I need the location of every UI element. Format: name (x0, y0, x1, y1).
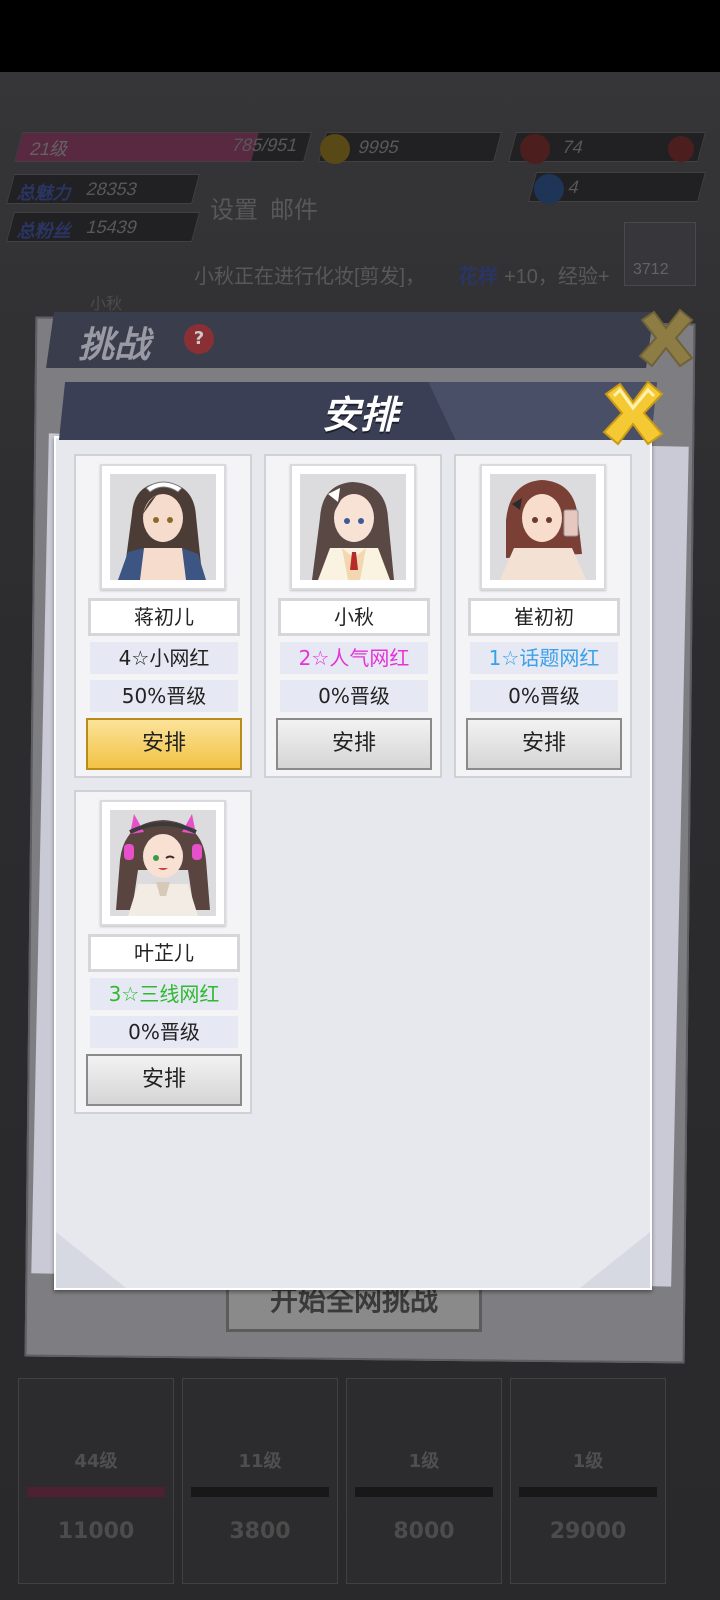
arrange-button[interactable]: 安排 (276, 718, 432, 770)
arrange-button[interactable]: 安排 (86, 1054, 242, 1106)
status-bar-area (0, 0, 720, 72)
panel-corner-decoration (56, 1232, 126, 1288)
character-portrait (480, 464, 606, 590)
arrange-button[interactable]: 安排 (466, 718, 622, 770)
character-promotion: 0%晋级 (90, 1016, 238, 1048)
character-rank: 2☆人气网红 (280, 642, 428, 674)
character-promotion: 0%晋级 (470, 680, 618, 712)
character-rank: 1☆话题网红 (470, 642, 618, 674)
character-promotion: 0%晋级 (280, 680, 428, 712)
character-card-cuichuchu: 崔初初 1☆话题网红 0%晋级 安排 (454, 454, 632, 778)
game-screen: 21级 785/951 9995 74 总魅力 28353 总粉丝 15439 … (0, 0, 720, 1600)
character-name: 崔初初 (468, 598, 620, 636)
character-rank: 4☆小网红 (90, 642, 238, 674)
character-name: 叶芷儿 (88, 934, 240, 972)
character-name: 蒋初儿 (88, 598, 240, 636)
character-card-jiangchuer: 蒋初儿 4☆小网红 50%晋级 安排 (74, 454, 252, 778)
character-portrait (100, 800, 226, 926)
close-icon[interactable] (600, 378, 666, 448)
panel-corner-decoration (580, 1232, 650, 1288)
challenge-title: 挑战 (78, 325, 151, 366)
schoolgirl-portrait-icon (300, 474, 406, 580)
character-rank: 3☆三线网红 (90, 978, 238, 1010)
cat-ear-girl-portrait-icon (110, 810, 216, 916)
challenge-help-icon[interactable]: ? (184, 324, 214, 354)
selfie-girl-portrait-icon (490, 474, 596, 580)
character-promotion: 50%晋级 (90, 680, 238, 712)
character-name: 小秋 (278, 598, 430, 636)
character-card-xiaoqiu: 小秋 2☆人气网红 0%晋级 安排 (264, 454, 442, 778)
arrange-button[interactable]: 安排 (86, 718, 242, 770)
maid-girl-portrait-icon (110, 474, 216, 580)
character-portrait (290, 464, 416, 590)
challenge-close-icon[interactable] (634, 306, 698, 370)
character-portrait (100, 464, 226, 590)
character-card-yezhier: 叶芷儿 3☆三线网红 0%晋级 安排 (74, 790, 252, 1114)
